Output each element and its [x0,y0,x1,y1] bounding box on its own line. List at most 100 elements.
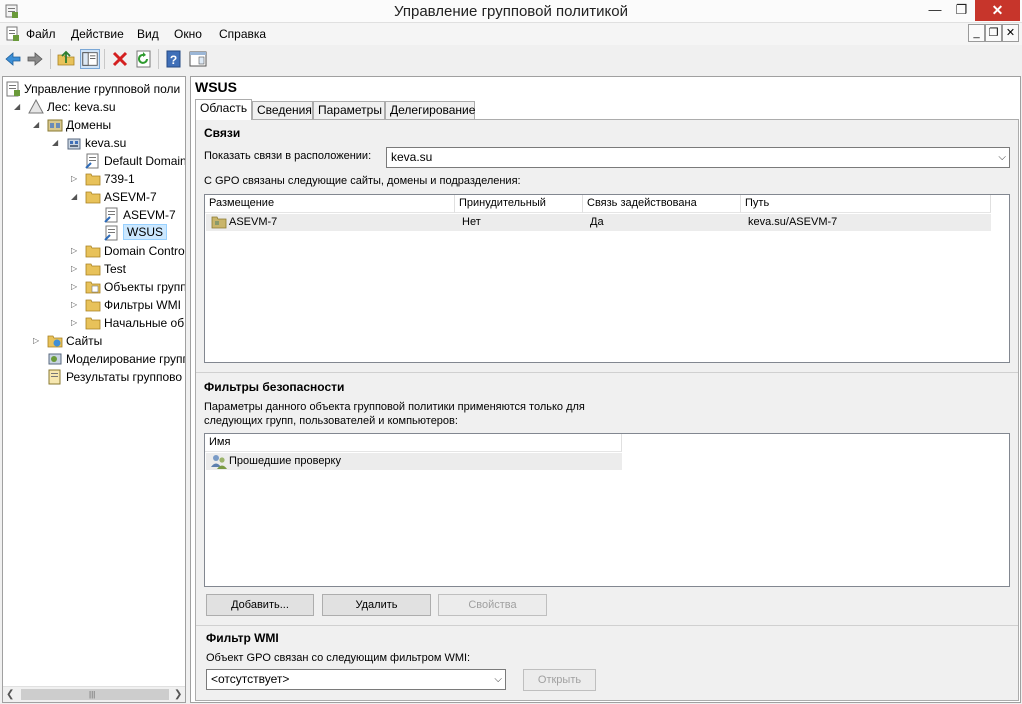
tree-horizontal-scrollbar[interactable]: ❮ ||| ❯ [3,686,185,702]
tree-item[interactable]: Результаты группово [3,368,185,386]
location-value: keva.su [391,150,433,164]
tree-item[interactable]: ASEVM-7 [3,206,185,224]
menu-action[interactable]: Действие [71,27,124,41]
link-location-cell: ASEVM-7 [229,216,278,228]
up-folder-icon[interactable] [56,49,76,69]
tab-scope[interactable]: Область [195,99,252,120]
menu-view[interactable]: Вид [137,27,159,41]
tree-item-label: Test [104,262,127,276]
collapse-arrow-icon[interactable]: ◢ [52,138,61,147]
toolbar-separator [158,49,159,69]
tree-item[interactable]: ▷ Объекты групп [3,278,185,296]
delete-icon[interactable] [110,49,130,69]
toolbar-separator [104,49,105,69]
tree-item[interactable]: ▷ Фильтры WMI [3,296,185,314]
gpo-folder-icon [85,281,101,294]
mdi-minimize-button[interactable]: _ [968,24,985,42]
wmi-description: Объект GPO связан со следующим фильтром … [206,652,471,664]
column-header-path[interactable]: Путь [741,195,991,213]
properties-pane-icon[interactable] [188,49,208,69]
folder-icon [85,299,101,312]
close-button[interactable]: ✕ [975,0,1020,21]
collapse-arrow-icon[interactable]: ◢ [14,102,23,111]
link-enabled-cell: Да [590,216,604,228]
table-row[interactable]: ASEVM-7 Нет Да keva.su/ASEVM-7 [206,214,991,231]
gpo-link-icon [104,225,118,241]
scroll-left-arrow-icon[interactable]: ❮ [6,689,16,701]
column-header-location[interactable]: Размещение [205,195,455,213]
mdi-close-button[interactable]: ✕ [1002,24,1019,42]
security-description-line1: Параметры данного объекта групповой поли… [204,401,585,413]
minimize-button[interactable]: — [922,0,948,21]
collapse-arrow-icon[interactable]: ◢ [33,120,42,129]
add-button[interactable]: Добавить... [206,594,314,616]
tree-item[interactable]: ◢ Домены [3,116,185,134]
tree-item[interactable]: ◢ keva.su [3,134,185,152]
tree-item[interactable]: ▷ Test [3,260,185,278]
tree-item[interactable]: ◢ Лес: keva.su [3,98,185,116]
tree-item[interactable]: ▷ 739-1 [3,170,185,188]
properties-button[interactable]: Свойства [438,594,547,616]
tree-item[interactable]: ▷ Сайты [3,332,185,350]
open-button[interactable]: Открыть [523,669,596,691]
show-hide-tree-icon[interactable] [80,49,100,69]
gpo-link-icon [104,207,118,223]
tab-settings[interactable]: Параметры [313,101,385,119]
help-icon[interactable]: ? [164,49,184,69]
table-row[interactable]: Прошедшие проверку [206,453,622,470]
collapse-arrow-icon[interactable]: ◢ [71,192,80,201]
menu-file[interactable]: Файл [26,27,56,41]
column-header-name[interactable]: Имя [205,434,622,452]
tree-item[interactable]: ◢ ASEVM-7 [3,188,185,206]
tree-item-label: Default Domain [104,154,186,168]
back-arrow-icon[interactable] [3,49,23,69]
document-icon[interactable] [4,26,20,42]
folder-icon [85,173,101,186]
maximize-button[interactable]: ❐ [948,0,975,21]
expand-arrow-icon[interactable]: ▷ [71,318,80,327]
tree-item-label: keva.su [85,136,127,150]
menu-help[interactable]: Справка [219,27,266,41]
wmi-filter-combobox[interactable]: <отсутствует> ⌵ [206,669,506,690]
tree-item-label: Domain Contro [104,244,185,258]
tree-item[interactable]: ▷ Domain Contro [3,242,185,260]
tab-details[interactable]: Сведения [252,101,313,119]
tree-item[interactable]: Управление групповой поли [3,80,185,98]
domains-icon [47,119,63,132]
toolbar: ? [0,46,1022,72]
results-icon [48,369,61,385]
mdi-controls: _ ❐ ✕ [968,24,1020,43]
tree-item[interactable]: Default Domain [3,152,185,170]
expand-arrow-icon[interactable]: ▷ [71,174,80,183]
remove-button[interactable]: Удалить [322,594,431,616]
refresh-icon[interactable] [134,49,154,69]
tree-item[interactable]: ▷ Начальные об [3,314,185,332]
tree-item[interactable]: WSUS [3,224,185,242]
chevron-down-icon[interactable]: ⌵ [494,670,502,689]
expand-arrow-icon[interactable]: ▷ [71,282,80,291]
column-header-enforced[interactable]: Принудительный [455,195,583,213]
tree-item-label: Домены [66,118,112,132]
section-divider [196,625,1018,626]
expand-arrow-icon[interactable]: ▷ [33,336,42,345]
folder-icon [85,191,101,204]
tree-item-label: Результаты группово [66,370,183,384]
menu-window[interactable]: Окно [174,27,202,41]
expand-arrow-icon[interactable]: ▷ [71,264,80,273]
sites-icon [47,335,63,348]
tree-item-label: Объекты групп [104,280,186,294]
scroll-right-arrow-icon[interactable]: ❯ [174,689,184,701]
security-filter-list[interactable]: Имя Прошедшие проверку [204,433,1010,587]
mdi-restore-button[interactable]: ❐ [985,24,1002,42]
column-header-link-enabled[interactable]: Связь задействована [583,195,741,213]
links-list[interactable]: Размещение Принудительный Связь задейств… [204,194,1010,363]
tree-item[interactable]: Моделирование групп [3,350,185,368]
location-combobox[interactable]: keva.su ⌵ [386,147,1010,168]
expand-arrow-icon[interactable]: ▷ [71,300,80,309]
tab-delegation[interactable]: Делегирование [385,101,475,119]
forward-arrow-icon[interactable] [25,49,45,69]
scrollbar-thumb[interactable]: ||| [21,689,169,700]
link-path-cell: keva.su/ASEVM-7 [748,216,838,228]
expand-arrow-icon[interactable]: ▷ [71,246,80,255]
chevron-down-icon[interactable]: ⌵ [998,148,1006,167]
